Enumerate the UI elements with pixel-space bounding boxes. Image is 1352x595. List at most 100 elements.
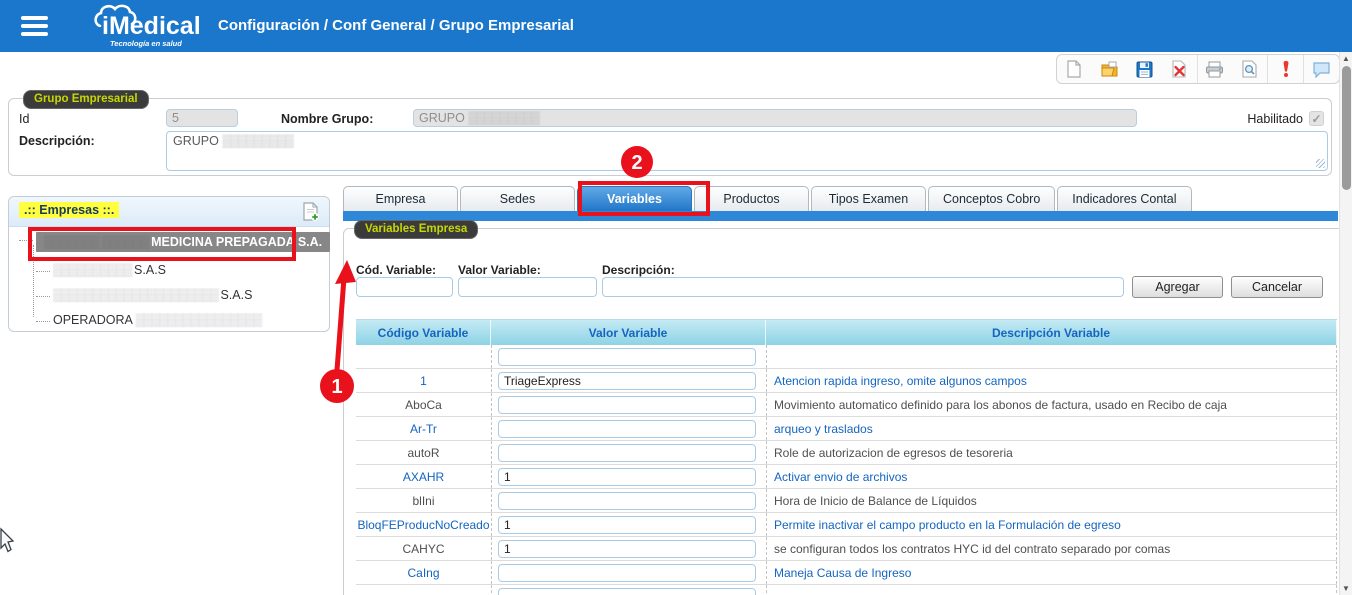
app-logo: iMedical Tecnología en salud (98, 3, 208, 49)
valor-variable-cell-input[interactable] (498, 564, 756, 582)
valor-cell (491, 561, 766, 584)
new-document-icon[interactable] (1057, 55, 1092, 83)
descripcion-cell: Activar envio de archivos (766, 465, 1337, 488)
valor-cell (491, 537, 766, 560)
delete-icon[interactable] (1162, 55, 1198, 83)
tab-bar: EmpresaSedesVariablesProductosTipos Exam… (343, 186, 1192, 211)
descripcion-form-label: Descripción: (602, 263, 675, 277)
table-row: 1Atencion rapida ingreso, omite algunos … (356, 369, 1337, 393)
column-header-descripcion: Descripción Variable (766, 320, 1337, 345)
tab-conceptos-cobro[interactable]: Conceptos Cobro (928, 186, 1055, 211)
agregar-button[interactable]: Agregar (1132, 276, 1223, 298)
valor-variable-cell-input[interactable] (498, 372, 756, 390)
valor-variable-cell-input[interactable] (498, 444, 756, 462)
codigo-cell (356, 585, 491, 595)
tab-empresa[interactable]: Empresa (343, 186, 458, 211)
descripcion-cell: Hora de Inicio de Balance de Líquidos (766, 489, 1337, 512)
table-row: AXAHR Activar envio de archivos (356, 465, 1337, 489)
habilitado-checkbox[interactable]: ✓ (1309, 111, 1324, 126)
codigo-cell: BloqFEProducNoCreado (356, 513, 491, 536)
valor-cell (491, 465, 766, 488)
app-window: iMedical Tecnología en salud Configuraci… (0, 0, 1352, 595)
valor-cell (491, 393, 766, 416)
toolbar (1056, 54, 1340, 84)
codigo-cell: AboCa (356, 393, 491, 416)
descripcion-cell: Movimiento automatico definido para los … (766, 393, 1337, 416)
table-row: autoRRole de autorizacion de egresos de … (356, 441, 1337, 465)
codigo-cell (356, 345, 491, 368)
codigo-cell: 1 (356, 369, 491, 392)
table-row: CaIngManeja Causa de Ingreso (356, 561, 1337, 585)
scrollbar-thumb[interactable] (1342, 66, 1351, 190)
valor-variable-input[interactable] (458, 277, 597, 297)
redacted-text: ▒▒▒▒▒▒▒▒▒ (222, 134, 293, 148)
descripcion-cell (766, 345, 1337, 368)
valor-variable-cell-input[interactable] (498, 420, 756, 438)
vertical-scrollbar[interactable]: ▲ ▼ (1339, 52, 1352, 595)
alert-icon[interactable] (1268, 55, 1304, 83)
variables-empresa-badge: Variables Empresa (354, 220, 478, 239)
empresas-panel: .:: Empresas ::. ▒▒▒▒▒▒▒ ▒▒▒▒▒▒ MEDICINA… (8, 196, 330, 332)
scroll-down-icon[interactable]: ▼ (1340, 584, 1352, 593)
column-header-codigo: Código Variable (356, 320, 491, 345)
valor-cell (491, 489, 766, 512)
grupo-empresarial-section: Grupo Empresarial Id 5 Nombre Grupo: GRU… (8, 98, 1332, 176)
preview-icon[interactable] (1232, 55, 1268, 83)
empresa-tree-item[interactable]: ▒▒▒▒▒▒▒ ▒▒▒▒▒▒ MEDICINA PREPAGADA S.A. (36, 232, 330, 252)
habilitado-label: Habilitado (1247, 112, 1303, 126)
valor-variable-cell-input[interactable] (498, 348, 756, 366)
redacted-text: ▒▒▒▒▒▒▒▒▒ (468, 111, 539, 125)
valor-cell (491, 585, 766, 595)
add-empresa-icon[interactable] (302, 202, 320, 227)
valor-cell (491, 417, 766, 440)
table-row (356, 585, 1337, 595)
descripcion-label: Descripción: (19, 134, 95, 148)
table-row: BloqFEProducNoCreadoPermite inactivar el… (356, 513, 1337, 537)
save-icon[interactable] (1127, 55, 1162, 83)
scroll-up-icon[interactable]: ▲ (1340, 54, 1352, 63)
id-label: Id (19, 112, 29, 126)
tab-indicadores-contal[interactable]: Indicadores Contal (1057, 186, 1191, 211)
logo-title: iMedical (102, 12, 201, 41)
tab-tipos-examen[interactable]: Tipos Examen (811, 186, 926, 211)
empresa-tree-item[interactable]: ▒▒▒▒▒▒▒▒▒▒▒▒▒▒▒▒▒▒▒▒▒ S.A.S (53, 288, 252, 302)
menu-icon[interactable] (21, 16, 48, 36)
valor-variable-cell-input[interactable] (498, 468, 756, 486)
empresas-title: .:: Empresas ::. (19, 202, 119, 218)
empresas-header: .:: Empresas ::. (9, 197, 329, 227)
valor-cell (491, 369, 766, 392)
tab-sedes[interactable]: Sedes (460, 186, 575, 211)
valor-variable-cell-input[interactable] (498, 540, 756, 558)
valor-variable-cell-input[interactable] (498, 588, 756, 595)
valor-variable-cell-input[interactable] (498, 516, 756, 534)
mouse-cursor (1, 529, 13, 552)
breadcrumb: Configuración / Conf General / Grupo Emp… (218, 0, 574, 52)
table-row: blIniHora de Inicio de Balance de Líquid… (356, 489, 1337, 513)
cod-variable-input[interactable] (356, 277, 453, 297)
cancelar-button[interactable]: Cancelar (1231, 276, 1323, 298)
valor-cell (491, 345, 766, 368)
descripcion-textarea[interactable]: GRUPO ▒▒▒▒▒▒▒▒▒ (166, 131, 1328, 171)
comment-icon[interactable] (1304, 55, 1339, 83)
print-icon[interactable] (1198, 55, 1233, 83)
descripcion-input[interactable] (602, 277, 1124, 297)
valor-variable-cell-input[interactable] (498, 492, 756, 510)
descripcion-cell (766, 585, 1337, 595)
annotation-number-1: 1 (331, 376, 342, 398)
valor-variable-cell-input[interactable] (498, 396, 756, 414)
nombre-grupo-label: Nombre Grupo: (281, 112, 373, 126)
tab-productos[interactable]: Productos (694, 186, 809, 211)
tab-variables[interactable]: Variables (577, 186, 692, 211)
column-header-valor: Valor Variable (491, 320, 766, 345)
variables-table-body: 1Atencion rapida ingreso, omite algunos … (356, 345, 1337, 595)
cod-variable-label: Cód. Variable: (356, 263, 436, 277)
grupo-empresarial-badge: Grupo Empresarial (23, 90, 149, 109)
empresa-tree-item[interactable]: OPERADORA ▒▒▒▒▒▒▒▒▒▒▒▒▒▒▒▒ (53, 313, 261, 327)
tab-underline (343, 211, 1338, 221)
logo-tagline: Tecnología en salud (110, 39, 182, 48)
open-folder-icon[interactable] (1092, 55, 1127, 83)
empresa-tree-item[interactable]: ▒▒▒▒▒▒▒▒▒▒ S.A.S (53, 263, 166, 277)
codigo-cell: AXAHR (356, 465, 491, 488)
codigo-cell: CAHYC (356, 537, 491, 560)
table-row: AboCa Movimiento automatico definido para… (356, 393, 1337, 417)
